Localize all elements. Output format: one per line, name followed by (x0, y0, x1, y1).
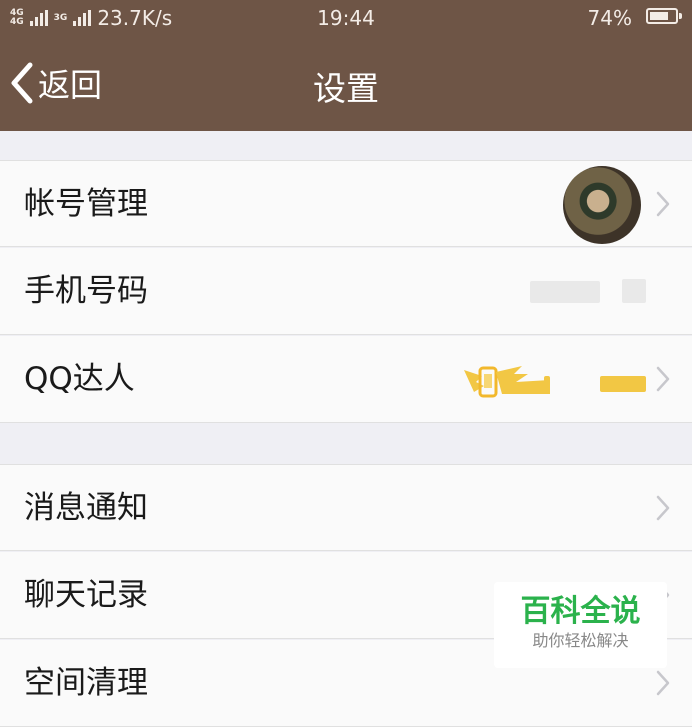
navigation-header: 4G 4G 3G 23.7K/s 19:44 74% 返回 设置 (0, 0, 692, 131)
phone-number-label: 手机号码 (24, 273, 148, 309)
battery-percentage: 74% (587, 6, 632, 30)
notifications-label: 消息通知 (24, 490, 148, 526)
watermark-title: 百科全说 (520, 594, 641, 629)
phone-number-row[interactable]: 手机号码 (0, 248, 692, 335)
redacted-level-text (600, 376, 646, 392)
qq-daren-badge-icon (464, 366, 550, 398)
account-management-label: 帐号管理 (24, 186, 148, 222)
redacted-phone-block-2 (622, 279, 646, 303)
chat-history-label: 聊天记录 (24, 577, 148, 613)
account-management-row[interactable]: 帐号管理 (0, 160, 692, 247)
battery-icon (646, 8, 682, 24)
watermark-subtitle: 助你轻松解决 (532, 631, 629, 650)
chevron-right-icon (656, 366, 670, 392)
page-title: 设置 (313, 69, 379, 108)
back-button[interactable]: 返回 (10, 60, 102, 106)
storage-cleanup-label: 空间清理 (24, 665, 148, 701)
avatar (563, 166, 641, 244)
redacted-phone-block (530, 281, 600, 303)
qq-daren-label: QQ达人 (24, 361, 135, 397)
qq-daren-row[interactable]: QQ达人 (0, 336, 692, 423)
chevron-right-icon (656, 670, 670, 696)
status-bar: 4G 4G 3G 23.7K/s 19:44 74% (0, 0, 692, 38)
chevron-right-icon (656, 495, 670, 521)
watermark: 百科全说 助你轻松解决 (494, 582, 667, 668)
back-label: 返回 (38, 66, 103, 104)
chevron-left-icon (11, 62, 33, 104)
chevron-right-icon (656, 191, 670, 217)
notifications-row[interactable]: 消息通知 (0, 464, 692, 551)
redacted-level-dot (544, 376, 550, 382)
